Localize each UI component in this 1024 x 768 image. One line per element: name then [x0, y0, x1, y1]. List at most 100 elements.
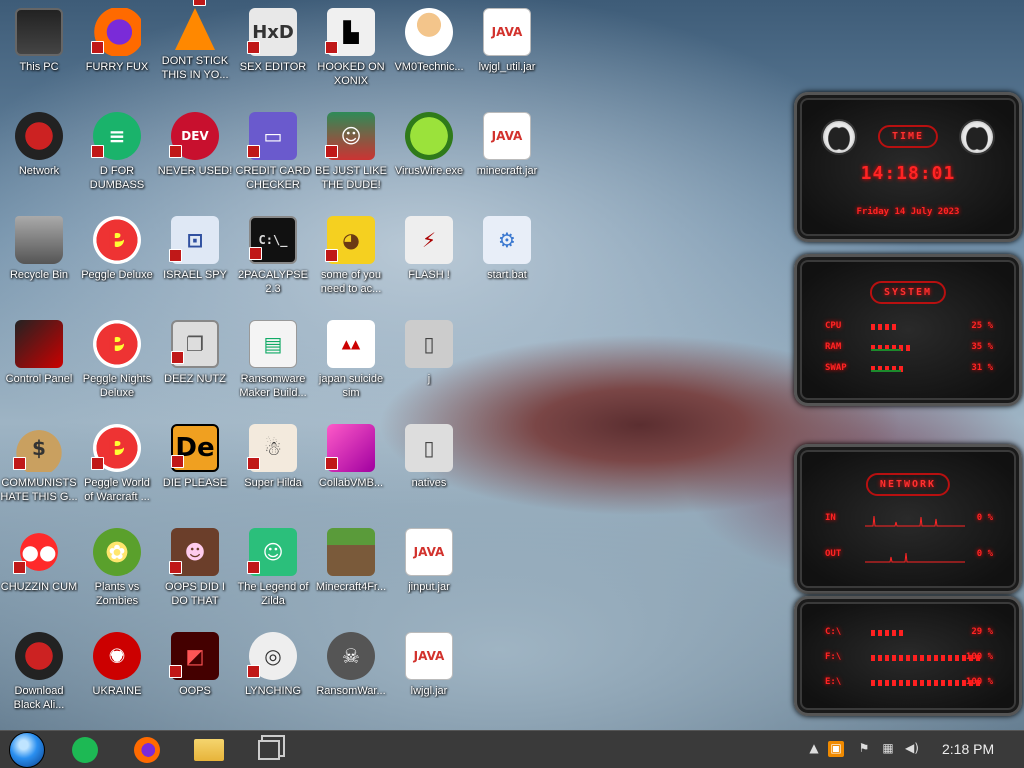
- desktop-icon[interactable]: HxD SEX EDITOR: [234, 2, 312, 102]
- taskbar-task-view-button[interactable]: [248, 733, 290, 767]
- desktop-icon[interactable]: ◎ LYNCHING: [234, 626, 312, 726]
- desktop-icon[interactable]: JAVA lwjgl.jar: [390, 626, 468, 726]
- desktop-icon-label: lwjgl_util.jar: [478, 61, 536, 73]
- taskbar-file-explorer-button[interactable]: [188, 733, 230, 767]
- desktop-icon[interactable]: Minecraft4Fr...: [312, 522, 390, 622]
- desktop-icon[interactable]: P Peggle World of Warcraft ...: [78, 418, 156, 518]
- desktop-icon[interactable]: ◩ OOPS: [156, 626, 234, 726]
- flag-icon[interactable]: ⚑: [856, 741, 872, 757]
- show-hidden-icons-icon[interactable]: ▲: [806, 741, 822, 757]
- desktop-icon-image: ☠: [327, 632, 375, 680]
- taskbar-firefox-button[interactable]: [126, 733, 168, 767]
- desktop-icon[interactable]: ●● CHUZZIN CUM: [0, 522, 78, 622]
- desktop-icon[interactable]: ≡ D FOR DUMBASS: [78, 106, 156, 206]
- desktop-icon-label: some of you need to ac...: [320, 269, 382, 295]
- desktop-icon[interactable]: Download Black Ali...: [0, 626, 78, 726]
- desktop-icon-image: ●●: [13, 528, 63, 576]
- desktop-icon[interactable]: $ COMMUNISTS HATE THIS G...: [0, 418, 78, 518]
- desktop-icon[interactable]: ⊡ ISRAEL SPY: [156, 210, 234, 310]
- desktop-icon-label: BE JUST LIKE THE DUDE!: [315, 165, 387, 191]
- desktop-icon[interactable]: ▯ j: [390, 314, 468, 414]
- desktop-icon-image: [15, 216, 63, 264]
- network-widget: NETWORK IN 0 % OUT 0 %: [794, 444, 1022, 594]
- desktop-icon[interactable]: ▤ Ransomware Maker Build...: [234, 314, 312, 414]
- network-row: IN 0 %: [825, 513, 993, 527]
- desktop-icon[interactable]: P Peggle Nights Deluxe: [78, 314, 156, 414]
- network-tray-icon[interactable]: ▦: [880, 741, 896, 757]
- desktop-icon[interactable]: De DIE PLEASE: [156, 418, 234, 518]
- desktop-icon[interactable]: ◕ some of you need to ac...: [312, 210, 390, 310]
- desktop-icon[interactable]: ⚙ start.bat: [468, 210, 546, 310]
- desktop-icon[interactable]: ❐ DEEZ NUTZ: [156, 314, 234, 414]
- usage-bar: [871, 630, 903, 636]
- desktop-icon-label: UKRAINE: [92, 685, 142, 697]
- spotify-icon: [72, 737, 98, 763]
- desktop-icon[interactable]: ☠ RansomWar...: [312, 626, 390, 726]
- desktop-icon[interactable]: DEV NEVER USED!: [156, 106, 234, 206]
- desktop-icon[interactable]: ☢ UKRAINE: [78, 626, 156, 726]
- desktop-icon-image: ▲▲: [327, 320, 375, 368]
- desktop-icon[interactable]: ✿ Plants vs Zombies: [78, 522, 156, 622]
- desktop-icon-label: NEVER USED!: [157, 165, 233, 177]
- desktop-icon-image: JAVA: [405, 632, 453, 680]
- usage-bar: [871, 655, 981, 661]
- time-widget-clock: 14:18:01: [860, 163, 956, 184]
- desktop-icon[interactable]: This PC: [0, 2, 78, 102]
- desktop-icon[interactable]: Network: [0, 106, 78, 206]
- system-row: SWAP 31 %: [825, 363, 993, 377]
- desktop-icon-label: ISRAEL SPY: [163, 269, 227, 281]
- network-widget-title: NETWORK: [865, 473, 951, 496]
- row-label: CPU: [825, 321, 842, 331]
- desktop-icon[interactable]: FURRY FUX: [78, 2, 156, 102]
- desktop-icon[interactable]: C:\_ 2PACALYPSE 2.3: [234, 210, 312, 310]
- desktop-icon[interactable]: ☻ OOPS DID I DO THAT: [156, 522, 234, 622]
- desktop-icon-label: FURRY FUX: [85, 61, 149, 73]
- system-row: CPU 25 %: [825, 321, 993, 335]
- desktop-icon-label: DONT STICK THIS IN YO...: [161, 55, 229, 81]
- desktop-icon[interactable]: VirusWire.exe: [390, 106, 468, 206]
- desktop-icon-image: [175, 0, 215, 50]
- start-button[interactable]: [6, 732, 48, 768]
- taskbar-clock[interactable]: 2:18 PM: [942, 741, 994, 757]
- taskbar-spotify-button[interactable]: [64, 733, 106, 767]
- desktop-icon-label: RansomWar...: [316, 685, 386, 697]
- desktop-icon-label: start.bat: [487, 269, 527, 281]
- desktop-icon-image: ❐: [171, 320, 219, 368]
- desktop-icon-image: $: [13, 424, 63, 472]
- desktop-icon-label: Ransomware Maker Build...: [239, 373, 307, 399]
- desktop-icon-label: Plants vs Zombies: [94, 581, 140, 607]
- desktop-icon-image: ☢: [93, 632, 141, 680]
- desktop-icon[interactable]: CollabVMB...: [312, 418, 390, 518]
- desktop-icon[interactable]: ▭ CREDIT CARD CHECKER: [234, 106, 312, 206]
- desktop-icon[interactable]: ▙ HOOKED ON XONIX: [312, 2, 390, 102]
- desktop-icon-label: Peggle Deluxe: [81, 269, 153, 281]
- desktop-icon[interactable]: P Peggle Deluxe: [78, 210, 156, 310]
- desktop-icon-image: ◎: [247, 632, 297, 680]
- desktop-icon[interactable]: ▯ natives: [390, 418, 468, 518]
- desktop-icon[interactable]: DONT STICK THIS IN YO...: [156, 0, 234, 102]
- app-tray-icon[interactable]: ▣: [828, 741, 844, 757]
- desktop-icon-image: ▯: [405, 320, 453, 368]
- desktop-icon[interactable]: Recycle Bin: [0, 210, 78, 310]
- desktop-icon-label: DEEZ NUTZ: [164, 373, 226, 385]
- desktop-icon-image: HxD: [247, 8, 297, 56]
- desktop-icon[interactable]: ☃ Super Hilda: [234, 418, 312, 518]
- desktop-icon[interactable]: ▲▲ japan suicide sim: [312, 314, 390, 414]
- task-view-icon: [258, 740, 280, 760]
- desktop-icon[interactable]: JAVA minecraft.jar: [468, 106, 546, 206]
- drives-widget: C:\ 29 % F:\ 100 % E:\ 100 %: [794, 596, 1022, 716]
- desktop-icon[interactable]: ⚡ FLASH !: [390, 210, 468, 310]
- desktop-icon-label: Recycle Bin: [9, 269, 69, 281]
- volume-icon[interactable]: ◀): [904, 741, 920, 757]
- desktop-icon-image: [15, 112, 63, 160]
- desktop-icon[interactable]: JAVA lwjgl_util.jar: [468, 2, 546, 102]
- desktop-icon[interactable]: ☺ BE JUST LIKE THE DUDE!: [312, 106, 390, 206]
- desktop-icon-label: Peggle Nights Deluxe: [82, 373, 152, 399]
- row-label: F:\: [825, 652, 842, 662]
- row-label: SWAP: [825, 363, 847, 373]
- desktop-icon[interactable]: JAVA jinput.jar: [390, 522, 468, 622]
- desktop-icon-image: DEV: [169, 112, 219, 160]
- desktop-icon[interactable]: ☺ The Legend of Zilda: [234, 522, 312, 622]
- desktop-icon[interactable]: VM0Technic...: [390, 2, 468, 102]
- desktop-icon[interactable]: Control Panel: [0, 314, 78, 414]
